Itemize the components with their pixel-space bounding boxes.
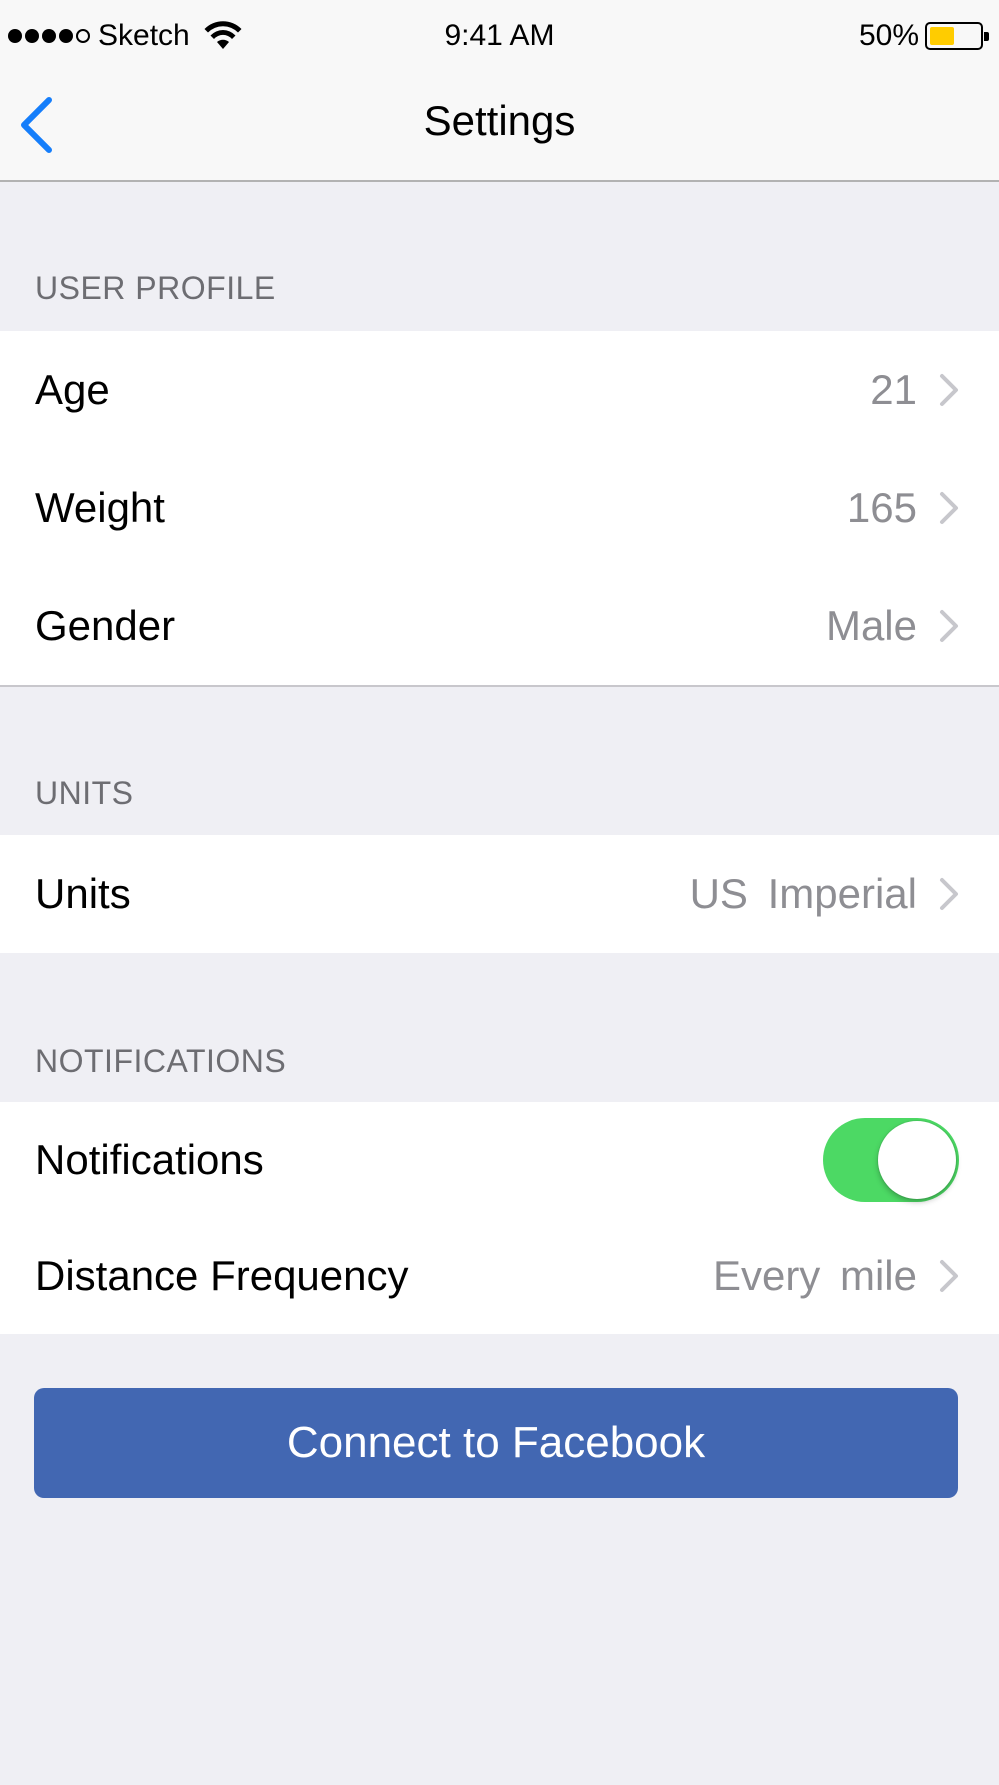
row-label: Gender xyxy=(35,602,176,649)
battery-icon xyxy=(925,22,989,50)
row-label: Age xyxy=(35,366,110,413)
row-label: Units xyxy=(35,870,131,917)
row-value: 165 xyxy=(846,484,917,531)
row-label: Distance Frequency xyxy=(35,1252,409,1299)
connect-facebook-button[interactable]: Connect to Facebook xyxy=(34,1388,958,1498)
row-label: Weight xyxy=(35,484,165,531)
row-weight[interactable]: Weight 165 xyxy=(0,449,999,567)
row-value: Every mile xyxy=(712,1252,917,1299)
status-time: 9:41 AM xyxy=(444,19,555,52)
row-label: Notifications xyxy=(35,1136,264,1183)
toggle-knob xyxy=(878,1121,956,1199)
units-group: Units US Imperial xyxy=(0,835,999,953)
chevron-right-icon xyxy=(940,492,958,524)
battery-fill xyxy=(930,27,954,45)
navigation-bar: Settings xyxy=(0,72,999,182)
notifications-group: Notifications Distance Frequency Every m… xyxy=(0,1102,999,1334)
status-bar: Sketch 9:41 AM 50% xyxy=(0,0,999,72)
chevron-right-icon xyxy=(940,878,958,910)
settings-screen: Sketch 9:41 AM 50% Settings USER PROFILE xyxy=(0,0,999,1785)
section-header-units: UNITS xyxy=(35,775,134,811)
status-right: 50% xyxy=(858,18,989,54)
battery-percent: 50% xyxy=(858,19,919,52)
row-distance-frequency[interactable]: Distance Frequency Every mile xyxy=(0,1218,999,1334)
row-notifications: Notifications xyxy=(0,1102,999,1218)
page-title: Settings xyxy=(423,97,576,144)
row-value: Male xyxy=(825,602,917,649)
chevron-right-icon xyxy=(940,1260,958,1292)
row-units[interactable]: Units US Imperial xyxy=(0,835,999,953)
notifications-toggle[interactable] xyxy=(823,1118,959,1202)
row-value: US Imperial xyxy=(689,870,917,917)
user-profile-group: Age 21 Weight 165 Gender Male xyxy=(0,331,999,687)
section-header-user-profile: USER PROFILE xyxy=(35,270,276,306)
section-header-notifications: NOTIFICATIONS xyxy=(35,1043,287,1079)
chevron-right-icon xyxy=(940,610,958,642)
row-age[interactable]: Age 21 xyxy=(0,331,999,449)
row-value: 21 xyxy=(870,366,917,413)
chevron-right-icon xyxy=(940,374,958,406)
row-gender[interactable]: Gender Male xyxy=(0,567,999,685)
